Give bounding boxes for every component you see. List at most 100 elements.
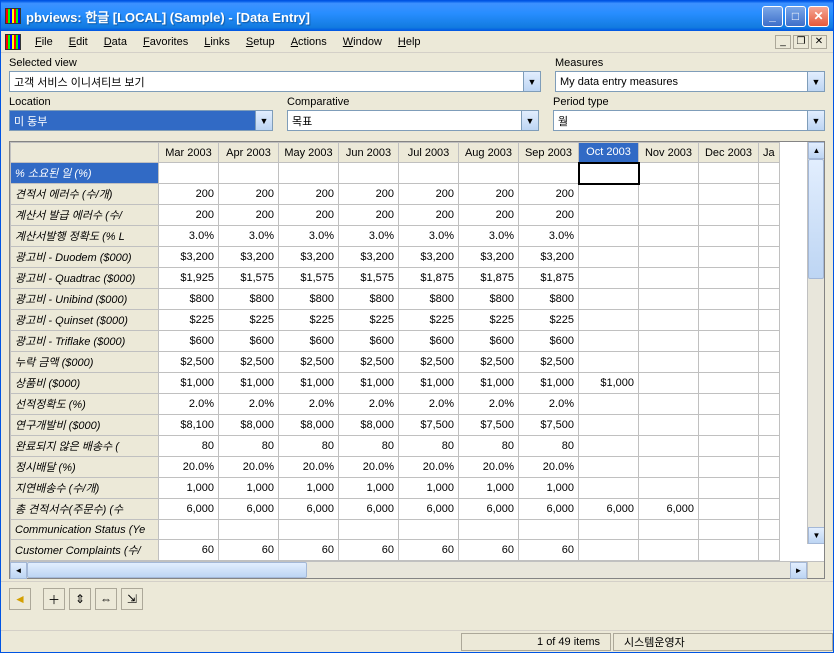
mdi-close-button[interactable]: ✕ <box>811 35 827 49</box>
column-header[interactable]: Dec 2003 <box>699 143 759 163</box>
data-cell[interactable] <box>699 520 759 540</box>
menu-window[interactable]: Window <box>335 34 390 50</box>
data-cell[interactable]: 20.0% <box>339 457 399 478</box>
data-cell[interactable] <box>699 478 759 499</box>
data-cell[interactable]: $3,200 <box>459 247 519 268</box>
data-cell[interactable] <box>639 289 699 310</box>
location-combo[interactable] <box>9 110 255 131</box>
data-cell[interactable]: $800 <box>219 289 279 310</box>
data-cell[interactable]: 6,000 <box>219 499 279 520</box>
data-cell[interactable]: $2,500 <box>279 352 339 373</box>
data-cell[interactable]: 6,000 <box>159 499 219 520</box>
table-row[interactable]: 상품비 ($000)$1,000$1,000$1,000$1,000$1,000… <box>11 373 780 394</box>
data-cell[interactable] <box>579 457 639 478</box>
data-cell[interactable] <box>639 520 699 540</box>
column-header[interactable]: Apr 2003 <box>219 143 279 163</box>
data-cell[interactable]: $225 <box>399 310 459 331</box>
horizontal-scroll-thumb[interactable] <box>27 562 307 578</box>
row-header[interactable]: 완료되지 않은 배송수 ( <box>11 436 159 457</box>
data-cell[interactable] <box>699 289 759 310</box>
horizontal-scrollbar[interactable]: ◄ ► <box>10 561 824 578</box>
data-cell[interactable] <box>639 415 699 436</box>
data-cell[interactable]: 2.0% <box>519 394 579 415</box>
data-cell[interactable] <box>639 436 699 457</box>
data-cell[interactable] <box>759 331 780 352</box>
data-cell[interactable]: 200 <box>399 184 459 205</box>
data-cell[interactable]: 6,000 <box>399 499 459 520</box>
data-cell[interactable] <box>639 205 699 226</box>
vertical-scroll-thumb[interactable] <box>808 159 824 279</box>
data-cell[interactable]: $600 <box>159 331 219 352</box>
data-cell[interactable] <box>759 289 780 310</box>
data-cell[interactable] <box>699 163 759 184</box>
data-cell[interactable]: 200 <box>279 184 339 205</box>
data-cell[interactable] <box>759 478 780 499</box>
data-cell[interactable] <box>639 478 699 499</box>
data-cell[interactable] <box>579 268 639 289</box>
data-cell[interactable]: 6,000 <box>519 499 579 520</box>
data-cell[interactable]: 2.0% <box>459 394 519 415</box>
data-cell[interactable]: 200 <box>399 205 459 226</box>
table-row[interactable]: Communication Status (Ye <box>11 520 780 540</box>
data-cell[interactable]: $1,000 <box>399 373 459 394</box>
data-cell[interactable]: 80 <box>159 436 219 457</box>
data-cell[interactable]: $3,200 <box>279 247 339 268</box>
table-row[interactable]: 견적서 에러수 (수/개)200200200200200200200 <box>11 184 780 205</box>
data-cell[interactable] <box>639 457 699 478</box>
data-cell[interactable] <box>639 184 699 205</box>
data-cell[interactable]: $1,575 <box>339 268 399 289</box>
comparative-dropdown-button[interactable]: ▼ <box>521 110 539 131</box>
data-cell[interactable] <box>579 310 639 331</box>
data-cell[interactable]: $1,575 <box>219 268 279 289</box>
data-cell[interactable]: 3.0% <box>459 226 519 247</box>
data-cell[interactable]: 60 <box>339 540 399 561</box>
data-cell[interactable] <box>699 268 759 289</box>
data-cell[interactable] <box>759 499 780 520</box>
menu-edit[interactable]: Edit <box>61 34 96 50</box>
data-cell[interactable]: 6,000 <box>579 499 639 520</box>
data-cell[interactable]: $1,875 <box>519 268 579 289</box>
data-cell[interactable]: 200 <box>459 184 519 205</box>
data-cell[interactable] <box>759 226 780 247</box>
row-header[interactable]: 견적서 에러수 (수/개) <box>11 184 159 205</box>
table-row[interactable]: 누락 금액 ($000)$2,500$2,500$2,500$2,500$2,5… <box>11 352 780 373</box>
column-header[interactable]: Mar 2003 <box>159 143 219 163</box>
data-cell[interactable]: $1,000 <box>219 373 279 394</box>
table-row[interactable]: 선적정확도 (%)2.0%2.0%2.0%2.0%2.0%2.0%2.0% <box>11 394 780 415</box>
vertical-scrollbar[interactable]: ▲ ▼ <box>807 142 824 544</box>
data-cell[interactable]: $600 <box>399 331 459 352</box>
data-cell[interactable] <box>579 415 639 436</box>
data-cell[interactable] <box>579 247 639 268</box>
column-header[interactable]: Jun 2003 <box>339 143 399 163</box>
titlebar[interactable]: pbviews: 한글 [LOCAL] (Sample) - [Data Ent… <box>1 1 833 31</box>
data-cell[interactable]: 200 <box>339 184 399 205</box>
column-header[interactable]: Aug 2003 <box>459 143 519 163</box>
data-cell[interactable]: $225 <box>219 310 279 331</box>
data-cell[interactable]: $1,000 <box>159 373 219 394</box>
data-cell[interactable]: $2,500 <box>399 352 459 373</box>
table-row[interactable]: 연구개발비 ($000)$8,100$8,000$8,000$8,000$7,5… <box>11 415 780 436</box>
data-cell[interactable] <box>219 520 279 540</box>
data-cell[interactable] <box>759 540 780 561</box>
table-row[interactable]: Customer Complaints (수/60606060606060 <box>11 540 780 561</box>
data-cell[interactable]: 1,000 <box>399 478 459 499</box>
data-cell[interactable]: 200 <box>159 184 219 205</box>
data-cell[interactable]: $225 <box>279 310 339 331</box>
data-cell[interactable]: $3,200 <box>219 247 279 268</box>
scroll-left-button[interactable]: ◄ <box>10 562 27 579</box>
column-header[interactable]: Ja <box>759 143 780 163</box>
data-cell[interactable] <box>759 268 780 289</box>
row-header[interactable]: 지연배송수 (수/개) <box>11 478 159 499</box>
table-row[interactable]: 총 견적서수(주문수) (수6,0006,0006,0006,0006,0006… <box>11 499 780 520</box>
data-cell[interactable]: 3.0% <box>219 226 279 247</box>
data-cell[interactable] <box>759 373 780 394</box>
data-cell[interactable] <box>759 457 780 478</box>
expand-horizontal-button[interactable]: ⇔ <box>95 588 117 610</box>
data-cell[interactable] <box>639 310 699 331</box>
data-cell[interactable] <box>579 394 639 415</box>
data-cell[interactable] <box>699 394 759 415</box>
data-cell[interactable] <box>699 373 759 394</box>
data-cell[interactable]: $600 <box>219 331 279 352</box>
data-cell[interactable]: $1,875 <box>459 268 519 289</box>
data-cell[interactable]: $800 <box>459 289 519 310</box>
